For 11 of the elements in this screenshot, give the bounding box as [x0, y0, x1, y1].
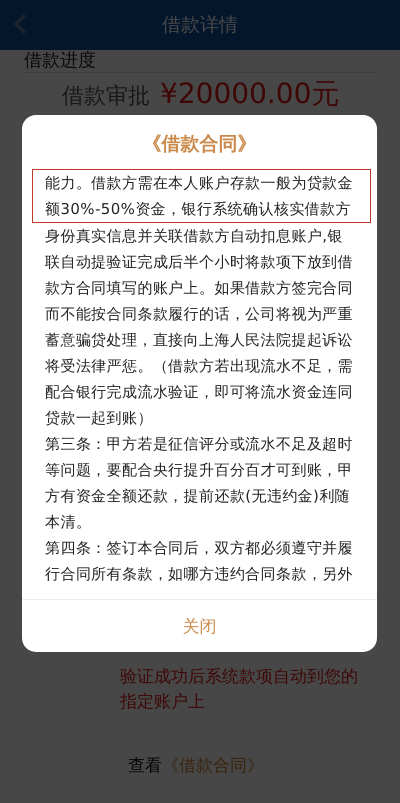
- dialog-title: 《借款合同》: [142, 132, 256, 157]
- page-title: 借款详情: [162, 13, 238, 38]
- close-button[interactable]: 关闭: [170, 610, 228, 642]
- view-label: 查看: [128, 756, 162, 776]
- loan-amount: ¥20000.00元: [160, 76, 340, 112]
- contract-paragraph: 第四条：签订本合同后，双方都必须遵守并履行合同所有条款，如哪方违约合同条款，另外: [45, 538, 354, 585]
- notice-text: 指定账户上: [120, 691, 206, 714]
- contract-paragraph: 第三条：甲方若是征信评分或流水不足及超时等问题，要配合央行提升百分百才可到账，甲方有资金全额还款，提前还款(无违约金)利随本清。: [45, 434, 354, 533]
- contract-paragraph: 身份真实信息并关联借款方自动扣息账户,银联自动提验证完成后半个小时将款项下放到借款方合同填写的账户上。如果借款方签完合同而不能按合同条款履行的话，公司将视为严重蓄意骗贷处理，直接向上海人民法院提起诉讼将受法律严惩。（借款方若出现流水不足，需配合银行完成流水验证，即可将流水资金连同贷款一起到账）: [45, 226, 354, 429]
- notice-text: 验证成功后系统款项自动到您的: [120, 666, 359, 689]
- highlighted-text: 能力。借款方需在本人账户存款一般为贷款金额30%-50%资金，银行系统确认核实借款方: [32, 169, 371, 223]
